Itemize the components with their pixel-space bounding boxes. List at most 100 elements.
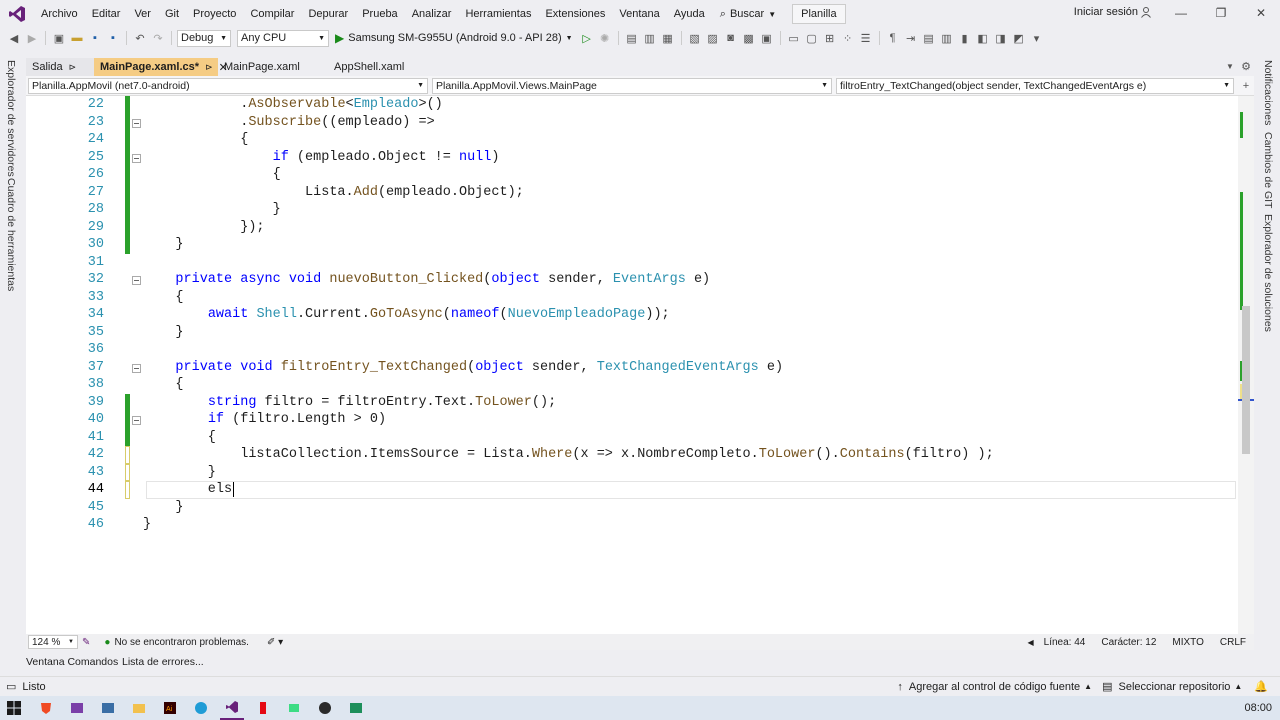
platform-select[interactable]: Any CPU ▼ bbox=[237, 29, 329, 47]
netflix-icon[interactable] bbox=[251, 696, 275, 720]
menu-item[interactable]: Ventana bbox=[612, 0, 666, 28]
zoom-select[interactable]: 124 % ▼ bbox=[28, 635, 78, 649]
collapse-icon[interactable] bbox=[132, 118, 141, 128]
menu-item[interactable]: Extensiones bbox=[538, 0, 612, 28]
clear-bookmarks-icon[interactable]: ◩ bbox=[1011, 30, 1027, 46]
code-text[interactable]: { bbox=[143, 166, 281, 184]
menu-item[interactable]: Archivo bbox=[34, 0, 85, 28]
class-dropdown[interactable]: Planilla.AppMovil.Views.MainPage ▼ bbox=[432, 77, 832, 94]
visual-studio-logo-icon[interactable] bbox=[0, 0, 34, 28]
new-project-icon[interactable]: ▣ bbox=[51, 30, 67, 46]
screen-recorder-icon[interactable] bbox=[96, 696, 120, 720]
illustrator-icon[interactable]: Ai bbox=[158, 696, 182, 720]
code-text[interactable]: .AsObservable<Empleado>() bbox=[143, 96, 443, 114]
code-editor[interactable]: 22 .AsObservable<Empleado>() 23 .Subscrib… bbox=[26, 96, 1254, 634]
dots-icon[interactable]: ⁘ bbox=[840, 30, 856, 46]
collapse-icon[interactable] bbox=[132, 276, 141, 285]
pin-icon[interactable]: ⊳ bbox=[69, 62, 77, 73]
indent-icon[interactable]: ⇥ bbox=[903, 30, 919, 46]
toolbox-icon[interactable]: ▤ bbox=[624, 30, 640, 46]
signin-link[interactable]: Iniciar sesión bbox=[1074, 6, 1138, 18]
restore-icon[interactable]: ❐ bbox=[1214, 6, 1228, 20]
tab-salida[interactable]: Salida ⊳ bbox=[26, 58, 94, 76]
line-ending[interactable]: CRLF bbox=[1220, 637, 1246, 648]
grid-icon[interactable]: ⊞ bbox=[822, 30, 838, 46]
archive-icon[interactable]: ▨ bbox=[705, 30, 721, 46]
spreadsheet-icon[interactable] bbox=[344, 696, 368, 720]
menu-item[interactable]: Depurar bbox=[301, 0, 355, 28]
search-button[interactable]: ⌕ Buscar ▼ bbox=[712, 8, 784, 21]
close-icon[interactable]: ✕ bbox=[1254, 6, 1268, 20]
collapse-icon[interactable] bbox=[132, 153, 141, 163]
clock[interactable]: 08:00 bbox=[1244, 702, 1272, 714]
code-text[interactable]: { bbox=[143, 376, 183, 394]
redo-icon[interactable]: ↷ bbox=[150, 30, 166, 46]
code-text[interactable]: private void filtroEntry_TextChanged(obj… bbox=[143, 359, 783, 377]
menu-item[interactable]: Ver bbox=[127, 0, 158, 28]
code-text[interactable]: private async void nuevoButton_Clicked(o… bbox=[143, 271, 710, 289]
git-changes-tab[interactable]: Cambios de GIT bbox=[1262, 132, 1274, 208]
menu-item[interactable]: Herramientas bbox=[458, 0, 538, 28]
hot-reload-icon[interactable]: ✺ bbox=[597, 30, 613, 46]
start-without-debugging-icon[interactable]: ▷ bbox=[579, 30, 595, 46]
server-explorer-tab[interactable]: Explorador de servidores bbox=[5, 60, 17, 177]
minimize-icon[interactable]: — bbox=[1174, 6, 1188, 20]
brush-icon[interactable]: ✐ ▾ bbox=[267, 637, 283, 648]
configuration-select[interactable]: Debug ▼ bbox=[177, 29, 231, 47]
add-to-source-control[interactable]: Agregar al control de código fuente bbox=[909, 681, 1080, 693]
tab-appshell-xaml[interactable]: AppShell.xaml bbox=[328, 58, 438, 76]
visual-studio-icon[interactable] bbox=[65, 696, 89, 720]
bookmark-icon[interactable]: ▮ bbox=[957, 30, 973, 46]
brave-browser-icon[interactable] bbox=[34, 696, 58, 720]
select-repository[interactable]: Seleccionar repositorio bbox=[1118, 681, 1230, 693]
issues-status[interactable]: No se encontraron problemas. bbox=[114, 637, 249, 648]
code-text[interactable]: if (empleado.Object != null) bbox=[143, 149, 500, 167]
menu-item[interactable]: Prueba bbox=[355, 0, 404, 28]
forward-icon[interactable]: ▶ bbox=[24, 30, 40, 46]
toolbox-tab[interactable]: Cuadro de herramientas bbox=[5, 178, 17, 291]
code-cleanup-icon[interactable]: ✎ bbox=[82, 637, 90, 648]
tab-mainpage-xaml-cs[interactable]: MainPage.xaml.cs* ⊳ ✕ bbox=[94, 58, 228, 76]
window-icon[interactable]: ▢ bbox=[804, 30, 820, 46]
tab-error-list[interactable]: Lista de errores... bbox=[122, 656, 224, 668]
menu-item[interactable]: Ayuda bbox=[667, 0, 712, 28]
person-icon[interactable] bbox=[1140, 6, 1152, 21]
menu-item[interactable]: Compilar bbox=[243, 0, 301, 28]
windows-start-icon[interactable] bbox=[2, 696, 26, 720]
tab-command-window[interactable]: Ventana Comandos bbox=[26, 656, 118, 668]
left-arrow-icon[interactable]: ◀ bbox=[1027, 638, 1033, 647]
comment-icon[interactable]: ▤ bbox=[921, 30, 937, 46]
split-icon[interactable]: + bbox=[1238, 78, 1254, 94]
code-text[interactable]: .Subscribe((empleado) => bbox=[143, 114, 434, 132]
edge-browser-icon[interactable] bbox=[189, 696, 213, 720]
pin-icon[interactable]: ⊳ bbox=[205, 62, 213, 73]
code-text[interactable]: listaCollection.ItemsSource = Lista.Wher… bbox=[143, 446, 994, 464]
calendar-icon[interactable]: ▩ bbox=[741, 30, 757, 46]
prev-bookmark-icon[interactable]: ◧ bbox=[975, 30, 991, 46]
member-dropdown[interactable]: filtroEntry_TextChanged(object sender, T… bbox=[836, 77, 1234, 94]
code-text[interactable]: } bbox=[143, 516, 151, 534]
open-folder-icon[interactable]: ▬ bbox=[69, 30, 85, 46]
next-bookmark-icon[interactable]: ◨ bbox=[993, 30, 1009, 46]
android-icon[interactable]: ▦ bbox=[660, 30, 676, 46]
tab-mainpage-xaml[interactable]: MainPage.xaml bbox=[218, 58, 328, 76]
code-text[interactable]: { bbox=[143, 131, 248, 149]
obs-icon[interactable] bbox=[313, 696, 337, 720]
tab-list-icon[interactable]: ▼ bbox=[1222, 58, 1238, 74]
notifications-tab[interactable]: Notificaciones bbox=[1262, 60, 1274, 125]
menu-item[interactable]: Git bbox=[158, 0, 186, 28]
save-icon[interactable]: ▪ bbox=[87, 30, 103, 46]
code-text[interactable]: } bbox=[143, 499, 183, 517]
run-button[interactable]: ▶ Samsung SM-G955U (Android 9.0 - API 28… bbox=[331, 31, 577, 45]
code-text[interactable]: }); bbox=[143, 219, 264, 237]
solution-explorer-tab[interactable]: Explorador de soluciones bbox=[1262, 214, 1274, 332]
back-icon[interactable]: ◀ bbox=[6, 30, 22, 46]
collapse-icon[interactable] bbox=[132, 363, 141, 373]
code-text[interactable]: { bbox=[143, 429, 216, 447]
align-icon[interactable]: ☰ bbox=[858, 30, 874, 46]
code-text[interactable]: if (filtro.Length > 0) bbox=[143, 411, 386, 429]
undo-icon[interactable]: ↶ bbox=[132, 30, 148, 46]
code-text[interactable]: Lista.Add(empleado.Object); bbox=[143, 184, 524, 202]
code-text[interactable]: } bbox=[143, 464, 216, 482]
deploy-icon[interactable]: ▧ bbox=[687, 30, 703, 46]
